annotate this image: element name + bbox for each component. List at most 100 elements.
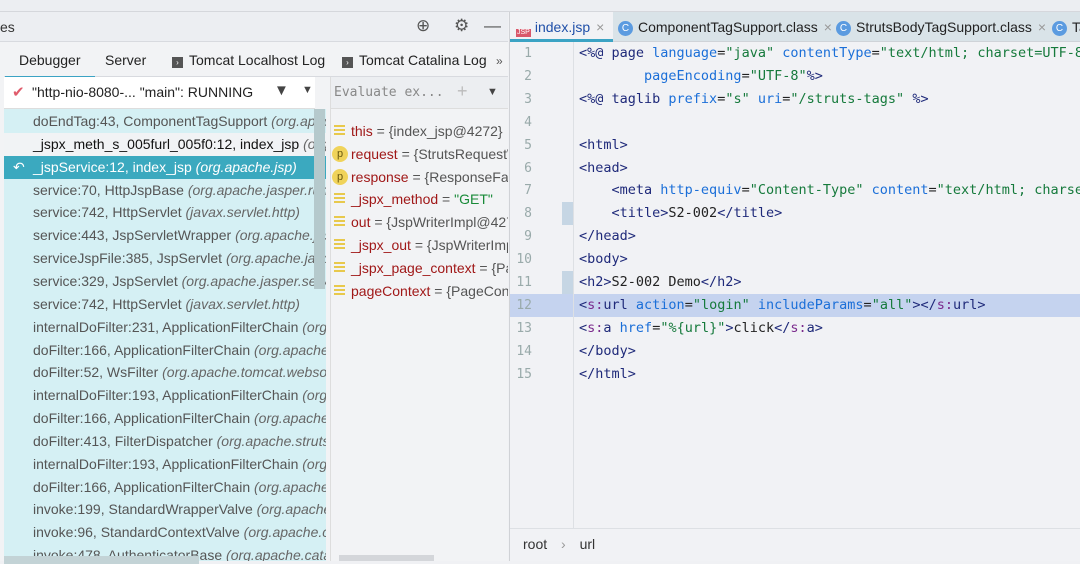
- stack-frame[interactable]: internalDoFilter:231, ApplicationFilterC…: [4, 316, 326, 339]
- code-line[interactable]: <%@ page language="java" contentType="te…: [510, 42, 1080, 65]
- line-number[interactable]: 4: [510, 111, 532, 134]
- variable-row[interactable]: _jspx_method = "GET": [331, 188, 508, 211]
- tab-label: StrutsBodyTagSupport.class: [856, 19, 1032, 35]
- tab-tomcat-localhost-log[interactable]: › Tomcat Localhost Log: [172, 52, 325, 68]
- code-token: <h2>: [579, 274, 612, 290]
- line-number[interactable]: 1: [510, 42, 532, 65]
- variable-row[interactable]: _jspx_page_context = {PageContext: [331, 257, 508, 280]
- variable-line: pageContext = {PageContext: [351, 280, 508, 303]
- stack-frame[interactable]: service:742, HttpServlet (javax.servlet.…: [4, 293, 326, 316]
- code-text: <body>: [579, 248, 628, 271]
- stack-frame[interactable]: serviceJspFile:385, JspServlet (org.apac…: [4, 247, 326, 270]
- chevron-down-icon[interactable]: ▼: [302, 84, 313, 96]
- code-token: http-equiv: [660, 182, 742, 199]
- variable-row[interactable]: out = {JspWriterImpl@4272: [331, 211, 508, 234]
- stack-frame[interactable]: doFilter:166, ApplicationFilterChain (or…: [4, 476, 326, 499]
- code-line[interactable]: <s:a href="%{url}">click</s:a>: [510, 317, 1080, 340]
- stack-frame[interactable]: doFilter:52, WsFilter (org.apache.tomcat…: [4, 361, 326, 384]
- code-line[interactable]: </html>: [510, 363, 1080, 386]
- editor-tab-more[interactable]: C Ta: [1048, 12, 1080, 42]
- code-line[interactable]: <title>S2-002</title>: [510, 202, 1080, 225]
- tab-debugger[interactable]: Debugger: [5, 52, 94, 79]
- tab-server[interactable]: Server: [105, 52, 146, 68]
- breadcrumb-root[interactable]: root: [523, 536, 547, 552]
- stack-frame[interactable]: service:443, JspServletWrapper (org.apac…: [4, 224, 326, 247]
- chevron-down-icon[interactable]: ▼: [487, 86, 498, 98]
- stack-frame[interactable]: service:742, HttpServlet (javax.servlet.…: [4, 201, 326, 224]
- minimize-icon[interactable]: —: [484, 16, 501, 36]
- code-token: </body>: [579, 342, 636, 359]
- evaluate-expression-input[interactable]: Evaluate ex... + ▼: [331, 77, 508, 109]
- gear-icon[interactable]: ⚙: [454, 16, 469, 36]
- variable-row[interactable]: _jspx_out = {JspWriterImpl: [331, 234, 508, 257]
- code-line[interactable]: </body>: [510, 340, 1080, 363]
- line-number[interactable]: 3: [510, 88, 532, 111]
- close-icon[interactable]: ×: [1038, 19, 1046, 35]
- close-icon[interactable]: ×: [824, 19, 832, 35]
- line-number[interactable]: 13: [510, 317, 532, 340]
- crosshair-icon[interactable]: ⊕: [416, 16, 430, 36]
- stack-frame[interactable]: doEndTag:43, ComponentTagSupport (org.ap…: [4, 110, 326, 133]
- stack-frame[interactable]: invoke:96, StandardContextValve (org.apa…: [4, 521, 326, 544]
- stack-frame[interactable]: invoke:199, StandardWrapperValve (org.ap…: [4, 498, 326, 521]
- variable-row[interactable]: prequest = {StrutsRequestWrapper: [331, 143, 508, 166]
- add-watch-icon[interactable]: +: [457, 81, 468, 102]
- stack-frame[interactable]: doFilter:413, FilterDispatcher (org.apac…: [4, 430, 326, 453]
- variable-row[interactable]: presponse = {ResponseFacade: [331, 166, 508, 189]
- code-text: <%@ page language="java" contentType="te…: [579, 42, 1080, 65]
- stack-frame[interactable]: internalDoFilter:193, ApplicationFilterC…: [4, 384, 326, 407]
- code-line[interactable]: <%@ taglib prefix="s" uri="/struts-tags"…: [510, 88, 1080, 111]
- field-icon: [334, 216, 345, 229]
- line-number[interactable]: 10: [510, 248, 532, 271]
- line-number[interactable]: 8: [510, 202, 532, 225]
- thread-selector[interactable]: ✔ "http-nio-8080-... "main": RUNNING ▼ ▼: [4, 77, 315, 109]
- line-number[interactable]: 2: [510, 65, 532, 88]
- code-line[interactable]: </head>: [510, 225, 1080, 248]
- code-token: S2-002: [668, 205, 718, 222]
- stack-frame[interactable]: internalDoFilter:193, ApplicationFilterC…: [4, 453, 326, 476]
- variable-line: request = {StrutsRequestWrapper: [351, 143, 508, 166]
- frame-method: service:70, HttpJspBase: [33, 181, 188, 198]
- editor-tab-componenttagsupport[interactable]: C ComponentTagSupport.class ×: [614, 12, 832, 42]
- close-icon[interactable]: ×: [596, 19, 604, 35]
- code-line[interactable]: <head>: [510, 157, 1080, 180]
- editor-tab-strutsbodytagsupport[interactable]: C StrutsBodyTagSupport.class ×: [832, 12, 1046, 42]
- code-token: s:: [936, 296, 953, 313]
- code-line[interactable]: [510, 111, 1080, 134]
- editor-tab-index-jsp[interactable]: JSP index.jsp ×: [510, 12, 613, 42]
- stack-frame[interactable]: service:329, JspServlet (org.apache.jasp…: [4, 270, 326, 293]
- variable-row[interactable]: this = {index_jsp@4272}: [331, 120, 508, 143]
- line-number[interactable]: 7: [510, 179, 532, 202]
- code-token: </h2>: [700, 274, 742, 290]
- variable-row[interactable]: pageContext = {PageContext: [331, 280, 508, 303]
- code-line[interactable]: <s:url action="login" includeParams="all…: [510, 293, 1080, 317]
- code-line[interactable]: <meta http-equiv="Content-Type" content=…: [510, 179, 1080, 202]
- stack-frame[interactable]: doFilter:166, ApplicationFilterChain (or…: [4, 407, 326, 430]
- frames-scrollbar[interactable]: [314, 109, 325, 289]
- stack-frame[interactable]: service:70, HttpJspBase (org.apache.jasp…: [4, 179, 326, 202]
- line-number[interactable]: 9: [510, 225, 532, 248]
- breadcrumb-url[interactable]: url: [580, 536, 596, 552]
- tab-tomcat-catalina-log[interactable]: › Tomcat Catalina Log: [342, 52, 487, 68]
- code-line[interactable]: <html>: [510, 134, 1080, 157]
- code-line[interactable]: <h2>S2-002 Demo</h2>: [510, 271, 1080, 294]
- more-tabs-button[interactable]: »: [496, 54, 503, 68]
- variables-scrollbar[interactable]: [339, 555, 434, 561]
- line-number[interactable]: 5: [510, 134, 532, 157]
- filter-icon[interactable]: ▼: [274, 82, 289, 99]
- line-number[interactable]: 6: [510, 157, 532, 180]
- line-number[interactable]: 14: [510, 340, 532, 363]
- frames-list: doEndTag:43, ComponentTagSupport (org.ap…: [4, 109, 326, 561]
- line-number[interactable]: 15: [510, 363, 532, 386]
- line-number[interactable]: 11: [510, 271, 532, 294]
- stack-frame[interactable]: ↶ _jspService:12, index_jsp (org.apache.j…: [4, 155, 326, 179]
- line-number[interactable]: 12: [510, 294, 532, 317]
- variable-value: = {JspWriterImpl@4272: [370, 214, 508, 231]
- stack-frame[interactable]: doFilter:166, ApplicationFilterChain (or…: [4, 339, 326, 362]
- code-token: "s": [725, 90, 758, 107]
- frames-horizontal-scrollbar[interactable]: [4, 556, 199, 564]
- stack-frame[interactable]: _jspx_meth_s_005furl_005f0:12, index_jsp…: [4, 132, 326, 156]
- code-line[interactable]: pageEncoding="UTF-8"%>: [510, 65, 1080, 88]
- frame-method: service:443, JspServletWrapper: [33, 227, 236, 244]
- code-line[interactable]: <body>: [510, 248, 1080, 271]
